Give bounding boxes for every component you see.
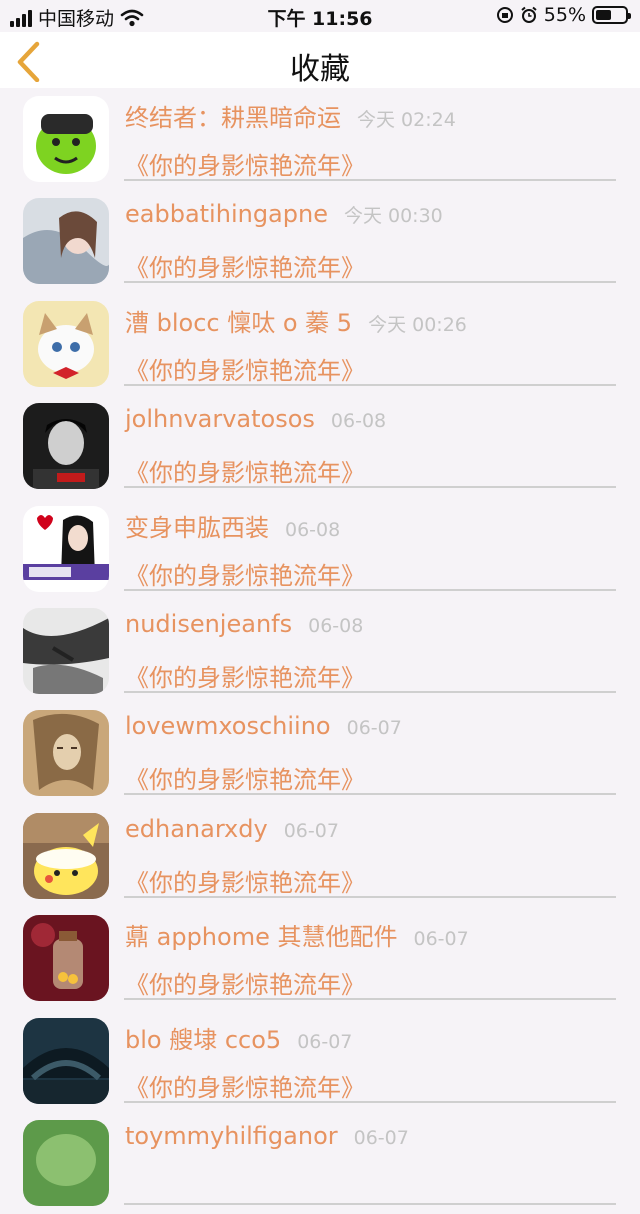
divider bbox=[124, 895, 616, 898]
divider bbox=[124, 179, 616, 181]
item-song: 《你的身影惊艳流年》 bbox=[125, 971, 365, 1000]
battery-icon bbox=[592, 6, 631, 24]
item-song: 《你的身影惊艳流年》 bbox=[125, 254, 365, 283]
item-name: eabbatihingapne 今天 00:30 bbox=[125, 200, 443, 228]
item-time: 今天 00:26 bbox=[368, 313, 467, 336]
avatar[interactable] bbox=[23, 198, 109, 285]
alarm-icon bbox=[521, 6, 537, 23]
user-name: lovewmxoschiino bbox=[125, 712, 331, 741]
user-name: 变身申肱西装 bbox=[125, 513, 269, 542]
item-time: 06-08 bbox=[308, 614, 364, 637]
item-song: 《你的身影惊艳流年》 bbox=[125, 663, 365, 692]
avatar[interactable] bbox=[23, 1119, 109, 1206]
item-name: jolhnvarvatosos 06-08 bbox=[125, 405, 386, 433]
favorites-list: 终结者：耕黑暗命运 今天 02:24 《你的身影惊艳流年》 eabbatihing… bbox=[0, 88, 640, 1214]
user-name: nudisenjeanfs bbox=[125, 609, 293, 638]
item-name: lovewmxoschiino 06-07 bbox=[125, 712, 402, 740]
item-time: 06-07 bbox=[297, 1030, 353, 1053]
list-item[interactable]: toymmyhilfiganor 06-07 bbox=[0, 1112, 640, 1214]
user-name: 薡 apphome 其慧他配件 bbox=[125, 923, 398, 952]
avatar[interactable] bbox=[23, 915, 109, 1002]
avatar[interactable] bbox=[23, 300, 109, 387]
divider bbox=[124, 486, 616, 489]
item-name: 终结者：耕黑暗命运 今天 02:24 bbox=[125, 98, 456, 133]
divider bbox=[124, 281, 616, 284]
item-name: blo 艘埭 cco5 06-07 bbox=[125, 1020, 352, 1055]
list-item[interactable]: eabbatihingapne 今天 00:30 《你的身影惊艳流年》 bbox=[0, 190, 640, 292]
item-song: 《你的身影惊艳流年》 bbox=[125, 152, 365, 180]
avatar[interactable] bbox=[23, 403, 109, 490]
avatar[interactable] bbox=[23, 607, 109, 694]
item-name: edhanarxdy 06-07 bbox=[125, 815, 339, 843]
item-name: nudisenjeanfs 06-08 bbox=[125, 610, 363, 638]
item-name: 薡 apphome 其慧他配件 06-07 bbox=[125, 917, 469, 952]
item-name: 漕 blocc 懍呔 o 蓁 5 今天 00:26 bbox=[125, 303, 467, 338]
item-song: 《你的身影惊艳流年》 bbox=[125, 356, 365, 385]
nav-bar: 收藏 bbox=[0, 32, 640, 88]
divider bbox=[124, 1100, 616, 1103]
user-name: 终结者：耕黑暗命运 bbox=[125, 104, 341, 132]
divider bbox=[124, 1202, 616, 1205]
item-song: 《你的身影惊艳流年》 bbox=[125, 1073, 365, 1102]
item-song: 《你的身影惊艳流年》 bbox=[125, 459, 365, 488]
list-item[interactable]: nudisenjeanfs 06-08 《你的身影惊艳流年》 bbox=[0, 600, 640, 702]
divider bbox=[124, 998, 616, 1001]
user-name: jolhnvarvatosos bbox=[125, 405, 315, 434]
list-item[interactable]: lovewmxoschiino 06-07 《你的身影惊艳流年》 bbox=[0, 702, 640, 804]
list-item[interactable]: 薡 apphome 其慧他配件 06-07 《你的身影惊艳流年》 bbox=[0, 907, 640, 1009]
item-time: 06-08 bbox=[330, 410, 387, 433]
page-title: 收藏 bbox=[290, 52, 350, 87]
item-time: 06-07 bbox=[413, 928, 469, 951]
item-song: 《你的身影惊艳流年》 bbox=[125, 766, 365, 795]
avatar[interactable] bbox=[23, 710, 109, 797]
battery-percent: 55% bbox=[543, 4, 586, 26]
item-time: 今天 00:30 bbox=[343, 205, 443, 228]
item-time: 今天 02:24 bbox=[357, 109, 456, 131]
item-name: 变身申肱西装 06-08 bbox=[125, 508, 340, 543]
divider bbox=[124, 383, 616, 386]
item-name: toymmyhilfiganor 06-07 bbox=[125, 1122, 409, 1150]
list-item[interactable]: 终结者：耕黑暗命运 今天 02:24 《你的身影惊艳流年》 bbox=[0, 88, 640, 190]
list-item[interactable]: 漕 blocc 懍呔 o 蓁 5 今天 00:26 《你的身影惊艳流年》 bbox=[0, 293, 640, 395]
list-item[interactable]: blo 艘埭 cco5 06-07 《你的身影惊艳流年》 bbox=[0, 1010, 640, 1112]
divider bbox=[124, 690, 616, 693]
avatar[interactable] bbox=[23, 96, 109, 182]
user-name: blo 艘埭 cco5 bbox=[125, 1025, 282, 1054]
user-name: 漕 blocc 懍呔 o 蓁 5 bbox=[125, 308, 353, 337]
avatar[interactable] bbox=[23, 812, 109, 899]
status-right: 55% bbox=[496, 4, 631, 26]
avatar[interactable] bbox=[23, 1017, 109, 1104]
list-item[interactable]: 变身申肱西装 06-08 《你的身影惊艳流年》 bbox=[0, 498, 640, 600]
divider bbox=[124, 588, 616, 591]
list-item[interactable]: edhanarxdy 06-07 《你的身影惊艳流年》 bbox=[0, 805, 640, 907]
list-item[interactable]: jolhnvarvatosos 06-08 《你的身影惊艳流年》 bbox=[0, 395, 640, 497]
avatar[interactable] bbox=[23, 505, 109, 592]
item-time: 06-07 bbox=[346, 717, 402, 740]
rotation-lock-icon bbox=[496, 7, 513, 23]
item-song: 《你的身影惊艳流年》 bbox=[125, 868, 365, 897]
user-name: eabbatihingapne bbox=[125, 200, 328, 229]
item-time: 06-08 bbox=[285, 518, 341, 541]
user-name: toymmyhilfiganor bbox=[125, 1121, 338, 1150]
item-song: 《你的身影惊艳流年》 bbox=[125, 561, 365, 590]
item-time: 06-07 bbox=[283, 819, 339, 842]
status-bar: 中国移动 下午 11:56 55% bbox=[0, 0, 640, 32]
divider bbox=[124, 793, 616, 796]
user-name: edhanarxdy bbox=[125, 814, 268, 843]
